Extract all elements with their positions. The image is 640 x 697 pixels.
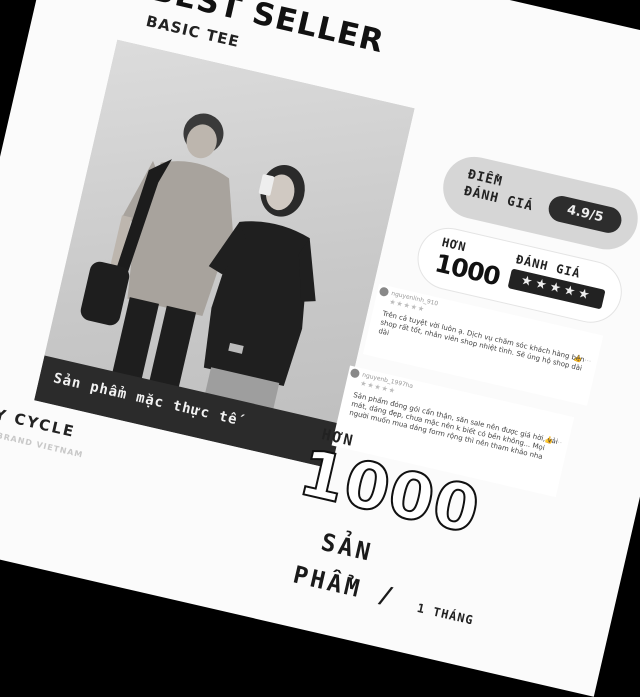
sales-unit-line2: PHẨM / — [290, 560, 399, 612]
poster: BEST SELLER BASIC TEE Sản phẩm mặc thực … — [0, 0, 640, 697]
sales-period: 1 THÁNG — [415, 600, 475, 628]
rating-score: 4.9/5 — [546, 193, 625, 236]
sales-unit-line1: SẢN — [318, 527, 376, 568]
avatar — [378, 286, 390, 298]
review-count: 1000 — [432, 248, 503, 292]
avatar — [349, 367, 361, 379]
review-text: Trên cả tuyệt vời luôn ạ. Dịch vụ chăm s… — [377, 309, 586, 373]
rating-label: ĐIỂM ĐÁNH GIÁ — [462, 166, 538, 215]
